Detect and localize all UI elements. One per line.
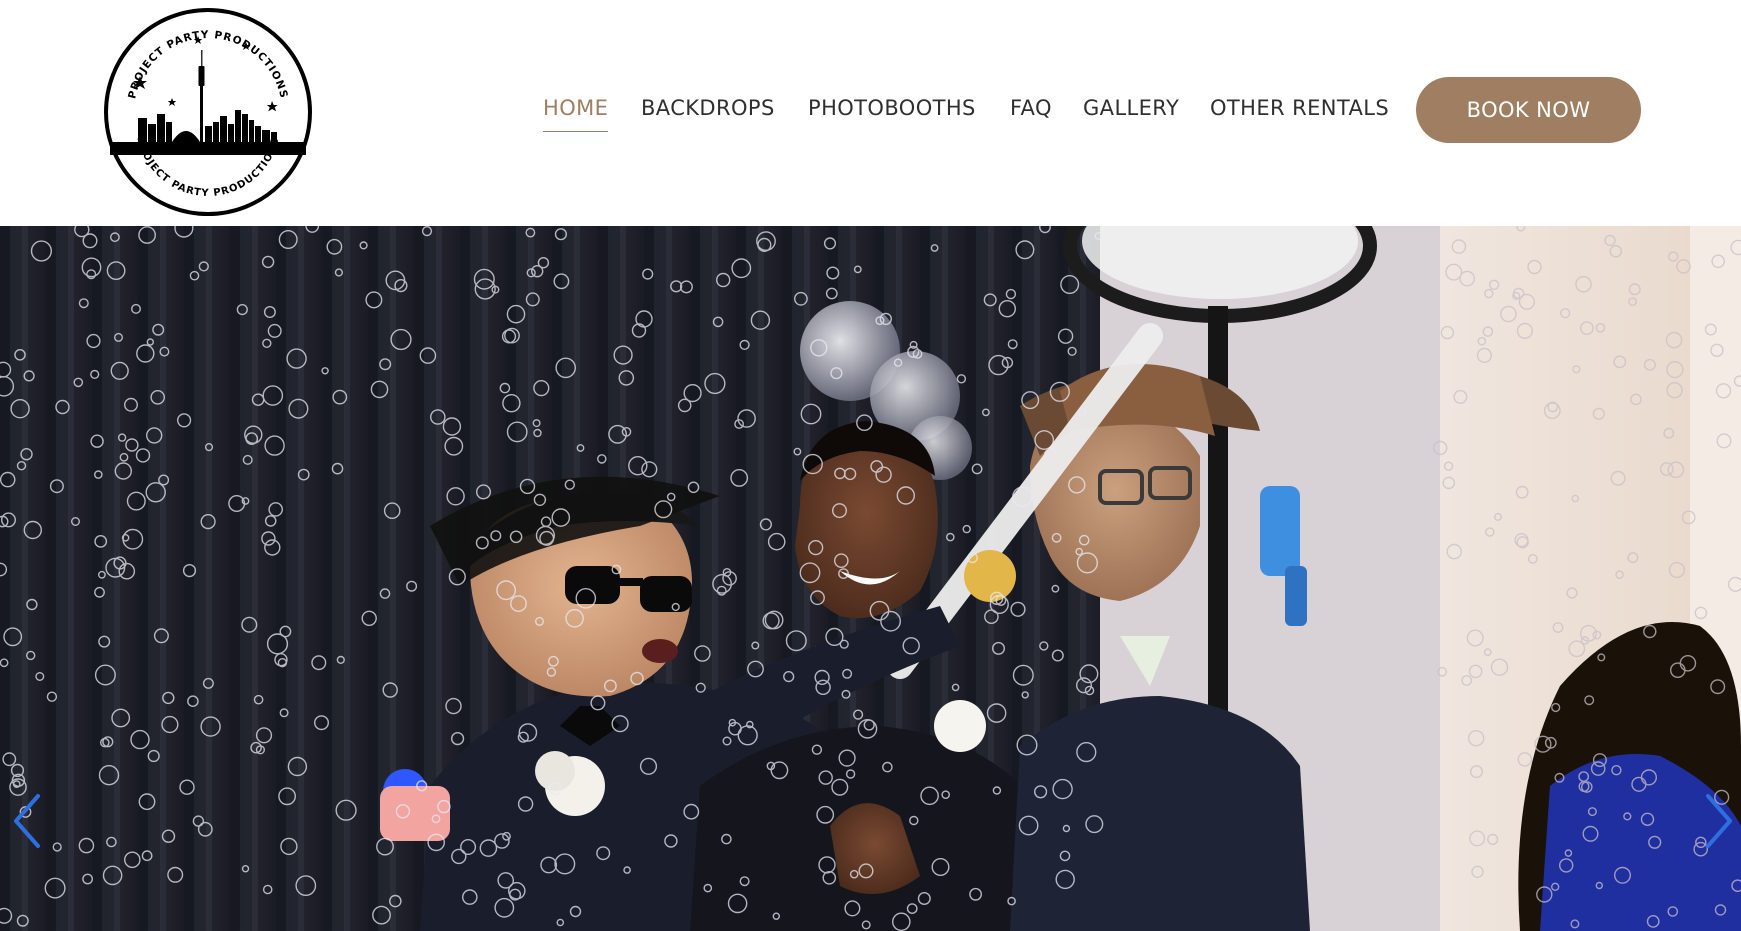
nav-other-rentals[interactable]: OTHER RENTALS [1210,96,1389,120]
hero-slideshow [0,226,1741,931]
site-header: PROJECT PARTY PRODUCTIONS PROJECT PARTY … [0,0,1741,226]
nav-gallery[interactable]: GALLERY [1083,96,1179,120]
hero-photo [0,226,1741,931]
nav-backdrops[interactable]: BACKDROPS [641,96,775,120]
nav-faq[interactable]: FAQ [1010,96,1052,120]
chevron-left-icon[interactable] [6,786,50,856]
book-now-button[interactable]: BOOK NOW [1416,77,1641,143]
chevron-right-icon[interactable] [1696,786,1740,856]
nav-photobooths[interactable]: PHOTOBOOTHS [808,96,976,120]
nav-home[interactable]: HOME [543,96,609,132]
